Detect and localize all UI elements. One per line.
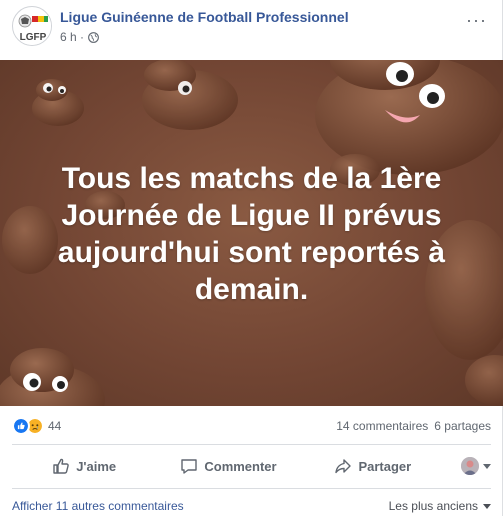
page-name-link[interactable]: Ligue Guinéenne de Football Professionne… [60,9,349,25]
like-button[interactable]: J'aime [12,450,156,482]
post-header: LGFP Ligue Guinéenne de Football Profess… [0,0,503,60]
chevron-down-icon [483,503,491,509]
share-icon [335,459,352,474]
sort-label: Les plus anciens [388,499,478,513]
share-button[interactable]: Partager [301,450,445,482]
post-meta: 6 h · [60,30,99,44]
thumbs-up-icon [53,458,69,474]
post-timestamp[interactable]: 6 h · [60,30,84,44]
comment-icon [181,459,198,474]
svg-text:LGFP: LGFP [20,32,47,43]
page-avatar[interactable]: LGFP [12,6,52,46]
globe-icon [88,31,99,43]
post-text-background: Tous les matchs de la 1ère Journée de Li… [0,60,503,406]
comment-label: Commenter [204,458,277,474]
user-avatar [460,457,479,475]
divider [12,488,491,489]
reactions-bar: 44 14 commentaires 6 partages [12,413,491,439]
divider [12,444,491,445]
comment-button[interactable]: Commenter [156,450,300,482]
reaction-icons[interactable] [12,417,44,435]
comment-sort-dropdown[interactable]: Les plus anciens [389,499,491,513]
like-icon [12,417,30,435]
shares-count[interactable]: 6 partages [434,419,491,433]
post-card: LGFP Ligue Guinéenne de Football Profess… [0,0,503,516]
share-label: Partager [358,458,412,474]
reaction-count[interactable]: 44 [48,419,61,433]
post-actions: J'aime Commenter Partager [12,448,491,484]
comments-footer: Afficher 11 autres commentaires Les plus… [12,496,491,516]
post-text: Tous les matchs de la 1ère Journée de Li… [57,162,446,306]
view-more-comments-link[interactable]: Afficher 11 autres commentaires [12,499,184,513]
post-options-button[interactable]: ··· [466,10,487,31]
engagement-counts: 14 commentaires 6 partages [336,419,491,433]
comments-count[interactable]: 14 commentaires [336,419,428,433]
like-label: J'aime [76,458,117,474]
reaction-identity-selector[interactable] [445,457,491,475]
chevron-down-icon [482,463,491,469]
